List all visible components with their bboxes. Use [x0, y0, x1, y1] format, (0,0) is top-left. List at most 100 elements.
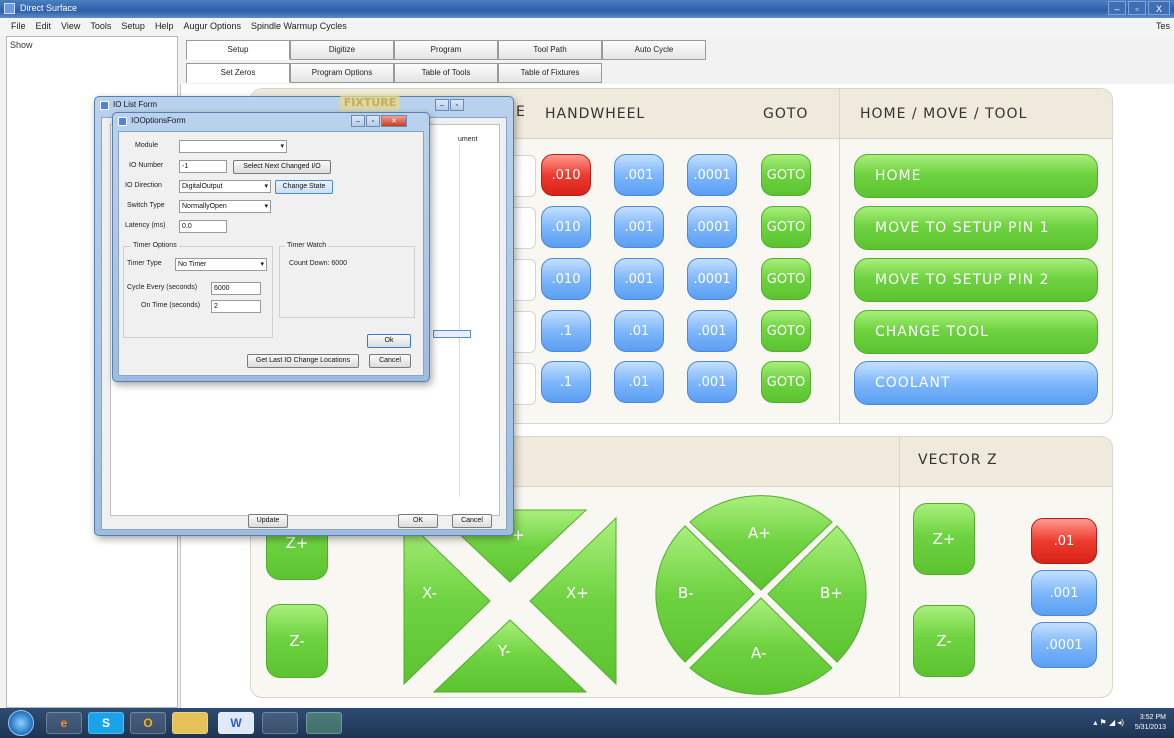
- menu-right-text: Tes: [1155, 21, 1170, 31]
- get-last-io-change-locations-button[interactable]: Get Last IO Change Locations: [247, 354, 359, 368]
- close-button[interactable]: X: [1148, 1, 1170, 15]
- handwheel-step-button[interactable]: .001: [614, 258, 664, 300]
- dialog-icon: [118, 117, 127, 126]
- menu-tools[interactable]: Tools: [85, 18, 116, 36]
- handwheel-header: HANDWHEEL: [545, 106, 646, 122]
- minimize-button[interactable]: –: [1108, 1, 1126, 15]
- goto-button[interactable]: GOTO: [761, 258, 811, 300]
- maximize-button[interactable]: ▫: [366, 115, 380, 127]
- timer-type-label: Timer Type: [127, 260, 162, 267]
- coolant-button[interactable]: COOLANT: [854, 361, 1098, 405]
- cancel-button[interactable]: Cancel: [452, 514, 492, 528]
- timer-type-select[interactable]: No Timer: [175, 258, 267, 271]
- move-to-setup-pin-1-button[interactable]: MOVE TO SETUP PIN 1: [854, 206, 1098, 250]
- move-to-setup-pin-2-button[interactable]: MOVE TO SETUP PIN 2: [854, 258, 1098, 302]
- handwheel-step-button[interactable]: .001: [687, 310, 737, 352]
- io-number-input[interactable]: -1: [179, 160, 227, 173]
- switch-type-select[interactable]: NormallyOpen: [179, 200, 271, 213]
- ok-button[interactable]: OK: [398, 514, 438, 528]
- io-direction-select[interactable]: DigitalOutput: [179, 180, 271, 193]
- goto-button[interactable]: GOTO: [761, 206, 811, 248]
- handwheel-step-button[interactable]: .010: [541, 258, 591, 300]
- taskbar-app-skype[interactable]: S: [88, 712, 124, 734]
- taskbar-app-explorer[interactable]: [172, 712, 208, 734]
- menu-file[interactable]: File: [6, 18, 31, 36]
- tab-auto-cycle[interactable]: Auto Cycle: [602, 40, 706, 60]
- io-options-form-dialog: IOOptionsForm – ▫ ✕ Module IO Number -1 …: [112, 112, 430, 382]
- menu-help[interactable]: Help: [150, 18, 179, 36]
- rotary-a-minus-label: A-: [751, 644, 766, 662]
- timer-options-label: Timer Options: [131, 242, 179, 249]
- tab-table-of-tools[interactable]: Table of Tools: [394, 63, 498, 83]
- handwheel-step-button[interactable]: .0001: [687, 258, 737, 300]
- select-next-changed-io-button[interactable]: Select Next Changed I/O: [233, 160, 331, 174]
- rotary-a-plus-label: A+: [748, 524, 771, 542]
- taskbar-clock[interactable]: 3:52 PM 5/31/2013: [1135, 713, 1166, 733]
- io-options-controls: – ▫ ✕: [351, 115, 407, 127]
- ok-button[interactable]: Ok: [367, 334, 411, 348]
- menu-setup[interactable]: Setup: [116, 18, 150, 36]
- minimize-button[interactable]: –: [351, 115, 365, 127]
- title-bar: Direct Surface – ▫ X: [0, 0, 1174, 18]
- tab-set-zeros[interactable]: Set Zeros: [186, 63, 290, 83]
- handwheel-step-button[interactable]: .1: [541, 361, 591, 403]
- timer-watch-group: [279, 246, 415, 318]
- handwheel-step-button[interactable]: .001: [687, 361, 737, 403]
- vector-z-step-button[interactable]: .01: [1031, 518, 1097, 564]
- close-button[interactable]: ✕: [381, 115, 407, 127]
- cycle-every-input[interactable]: 6000: [211, 282, 261, 295]
- menu-edit[interactable]: Edit: [31, 18, 57, 36]
- latency-input[interactable]: 0.0: [179, 220, 227, 233]
- menu-spindle-warmup[interactable]: Spindle Warmup Cycles: [246, 18, 352, 36]
- grid-selected-cell[interactable]: [433, 330, 471, 338]
- start-button[interactable]: [8, 710, 34, 736]
- menu-bar: File Edit View Tools Setup Help Augur Op…: [0, 18, 1174, 36]
- tab-digitize[interactable]: Digitize: [290, 40, 394, 60]
- system-tray-icons[interactable]: ▴ ⚑ ◢ ◂): [1093, 718, 1124, 727]
- taskbar-app-firefox[interactable]: e: [46, 712, 82, 734]
- module-select[interactable]: [179, 140, 287, 153]
- window-title: Direct Surface: [20, 3, 78, 13]
- home-button[interactable]: HOME: [854, 154, 1098, 198]
- tab-tool-path[interactable]: Tool Path: [498, 40, 602, 60]
- vector-z-step-button[interactable]: .001: [1031, 570, 1097, 616]
- taskbar-app-window[interactable]: [262, 712, 298, 734]
- handwheel-step-button[interactable]: .010: [541, 206, 591, 248]
- cancel-button[interactable]: Cancel: [369, 354, 411, 368]
- grid-line: [459, 145, 460, 497]
- menu-augur-options[interactable]: Augur Options: [178, 18, 246, 36]
- goto-button[interactable]: GOTO: [761, 310, 811, 352]
- change-state-button[interactable]: Change State: [275, 180, 333, 194]
- handwheel-step-button[interactable]: .0001: [687, 206, 737, 248]
- vector-z-minus-button[interactable]: Z-: [913, 605, 975, 677]
- menu-view[interactable]: View: [56, 18, 85, 36]
- on-time-input[interactable]: 2: [211, 300, 261, 313]
- rotary-jog-pad: A+ A- B- B+: [655, 495, 867, 695]
- goto-button[interactable]: GOTO: [761, 361, 811, 403]
- update-button[interactable]: Update: [248, 514, 288, 528]
- maximize-button[interactable]: ▫: [1128, 1, 1146, 15]
- vector-z-step-button[interactable]: .0001: [1031, 622, 1097, 668]
- taskbar-app-word[interactable]: W: [218, 712, 254, 734]
- handwheel-step-button[interactable]: .010: [541, 154, 591, 196]
- taskbar-app-outlook[interactable]: O: [130, 712, 166, 734]
- taskbar-app-direct-surface[interactable]: [306, 712, 342, 734]
- tab-setup[interactable]: Setup: [186, 40, 290, 60]
- change-tool-button[interactable]: CHANGE TOOL: [854, 310, 1098, 354]
- minimize-button[interactable]: –: [435, 99, 449, 111]
- vector-z-plus-button[interactable]: Z+: [913, 503, 975, 575]
- io-direction-label: IO Direction: [125, 182, 162, 189]
- jog-z-minus-button[interactable]: Z-: [266, 604, 328, 678]
- goto-button[interactable]: GOTO: [761, 154, 811, 196]
- handwheel-step-button[interactable]: .01: [614, 361, 664, 403]
- handwheel-step-button[interactable]: .01: [614, 310, 664, 352]
- maximize-button[interactable]: ▫: [450, 99, 464, 111]
- tab-program-options[interactable]: Program Options: [290, 63, 394, 83]
- handwheel-step-button[interactable]: .001: [614, 206, 664, 248]
- tab-table-of-fixtures[interactable]: Table of Fixtures: [498, 63, 602, 83]
- rotary-b-minus-label: B-: [678, 584, 694, 602]
- handwheel-step-button[interactable]: .001: [614, 154, 664, 196]
- handwheel-step-button[interactable]: .1: [541, 310, 591, 352]
- tab-program[interactable]: Program: [394, 40, 498, 60]
- handwheel-step-button[interactable]: .0001: [687, 154, 737, 196]
